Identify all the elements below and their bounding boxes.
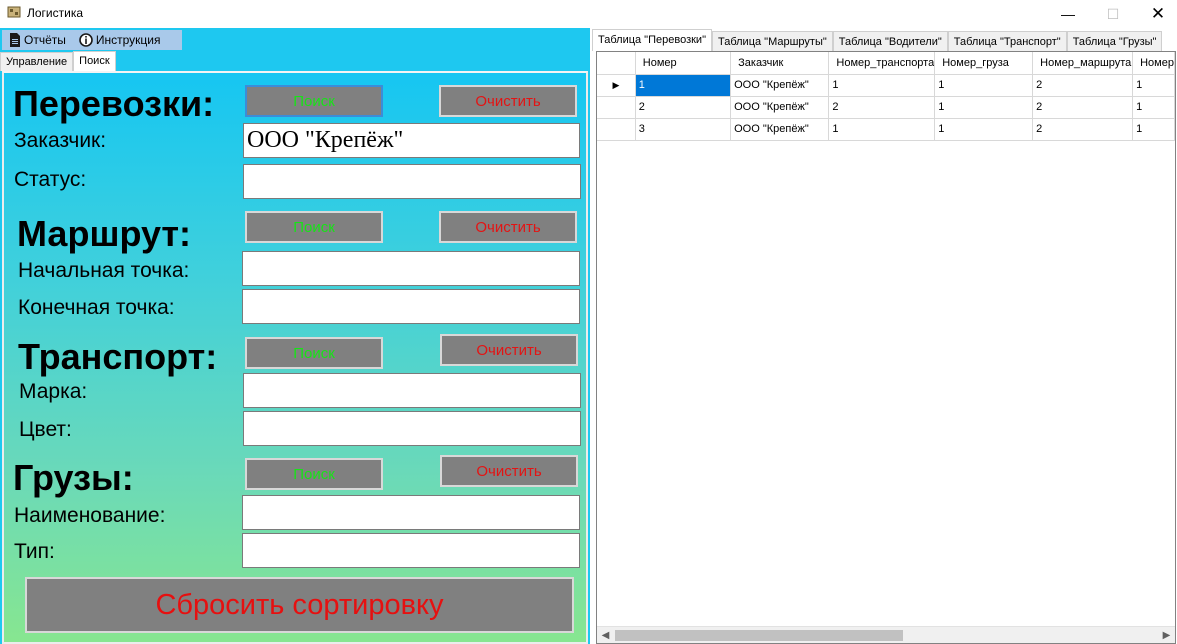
table-cell[interactable]: 3 [635, 118, 732, 141]
scrollbar-thumb[interactable] [615, 630, 903, 641]
start-point-label: Начальная точка: [18, 259, 190, 282]
menu-reports[interactable]: Отчёты [2, 30, 72, 50]
left-tab-strip: Управление Поиск [0, 51, 116, 71]
close-button[interactable]: ✕ [1135, 0, 1177, 28]
table-row[interactable]: ▶ 1 ООО "Крепёж" 1 1 2 1 [597, 74, 1175, 97]
cargo-type-input[interactable] [242, 533, 580, 568]
tab-routes-table[interactable]: Таблица "Маршруты" [711, 31, 833, 51]
table-cell[interactable]: 2 [1032, 96, 1134, 119]
scroll-right-icon[interactable]: ▶ [1158, 627, 1175, 643]
orders-clear-button[interactable]: Очистить [439, 85, 577, 117]
tab-search[interactable]: Поиск [73, 51, 116, 71]
app-icon [7, 6, 21, 18]
menu-instruction[interactable]: Инструкция [72, 30, 167, 50]
table-row[interactable]: 2 ООО "Крепёж" 2 1 2 1 [597, 96, 1175, 119]
minimize-button[interactable]: — [1045, 0, 1091, 28]
route-clear-button[interactable]: Очистить [439, 211, 577, 243]
tab-orders-table[interactable]: Таблица "Перевозки" [592, 29, 712, 51]
column-header[interactable]: Номер [635, 52, 732, 75]
start-point-input[interactable] [242, 251, 580, 286]
maximize-button[interactable]: ☐ [1090, 0, 1136, 28]
table-cell[interactable]: ООО "Крепёж" [730, 96, 830, 119]
table-cell[interactable]: ООО "Крепёж" [730, 74, 830, 97]
table-cell[interactable]: 1 [1132, 118, 1175, 141]
title-bar: Логистика — ☐ ✕ [0, 0, 1177, 28]
vehicle-search-button[interactable]: Поиск [245, 337, 383, 369]
brand-label: Марка: [19, 380, 88, 403]
tab-management[interactable]: Управление [0, 52, 74, 71]
horizontal-scrollbar[interactable]: ◀ ▶ [597, 626, 1175, 643]
scroll-left-icon[interactable]: ◀ [597, 627, 614, 643]
table-cell[interactable]: 2 [828, 96, 936, 119]
right-panel: Таблица "Перевозки" Таблица "Маршруты" Т… [590, 28, 1177, 644]
color-input[interactable] [243, 411, 581, 446]
menu-instruction-label: Инструкция [95, 33, 161, 47]
section-title-orders: Перевозки: [13, 83, 215, 124]
row-header[interactable] [597, 118, 636, 141]
left-panel: Отчёты Инструкция Управление Поиск Перев… [0, 28, 590, 644]
status-label: Статус: [14, 168, 87, 191]
table-cell[interactable]: 2 [1032, 74, 1134, 97]
window-title: Логистика [27, 6, 84, 20]
tab-cargo-table[interactable]: Таблица "Грузы" [1066, 31, 1163, 51]
table-cell[interactable]: 1 [828, 118, 936, 141]
table-cell[interactable]: 1 [934, 118, 1034, 141]
tab-drivers-table[interactable]: Таблица "Водители" [832, 31, 948, 51]
section-title-route: Маршрут: [17, 213, 192, 254]
table-cell[interactable]: 2 [1032, 118, 1134, 141]
table-cell[interactable]: 1 [635, 74, 732, 97]
cargo-name-input[interactable] [242, 495, 580, 530]
info-icon [79, 33, 93, 47]
vehicle-clear-button[interactable]: Очистить [440, 334, 578, 366]
route-search-button[interactable]: Поиск [245, 211, 383, 243]
menu-reports-label: Отчёты [24, 33, 66, 47]
search-form: Перевозки: Поиск Очистить Заказчик: ООО … [2, 71, 588, 644]
table-cell[interactable]: 1 [828, 74, 936, 97]
end-point-label: Конечная точка: [18, 296, 175, 319]
cargo-clear-button[interactable]: Очистить [440, 455, 578, 487]
cargo-search-button[interactable]: Поиск [245, 458, 383, 490]
column-header[interactable]: Номер_маршрута [1032, 52, 1134, 75]
table-cell[interactable]: 1 [934, 96, 1034, 119]
orders-table: Номер Заказчик Номер_транспорта Номер_гр… [597, 52, 1175, 141]
table-cell[interactable]: 1 [934, 74, 1034, 97]
table-cell[interactable]: 2 [635, 96, 732, 119]
table-header-row: Номер Заказчик Номер_транспорта Номер_гр… [597, 52, 1175, 75]
column-header[interactable]: Номер_груза [934, 52, 1034, 75]
status-input[interactable] [243, 164, 581, 199]
column-header[interactable]: Заказчик [730, 52, 830, 75]
table-cell[interactable]: 1 [1132, 96, 1175, 119]
orders-search-button[interactable]: Поиск [245, 85, 383, 117]
cargo-type-label: Тип: [14, 540, 55, 563]
section-title-vehicle: Транспорт: [18, 336, 218, 377]
document-icon [10, 33, 20, 47]
table-cell[interactable]: ООО "Крепёж" [730, 118, 830, 141]
table-cell[interactable]: 1 [1132, 74, 1175, 97]
reset-sort-button[interactable]: Сбросить сортировку [25, 577, 574, 633]
current-row-marker-icon: ▶ [597, 74, 636, 97]
menu-bar: Отчёты Инструкция [2, 30, 182, 50]
table-row[interactable]: 3 ООО "Крепёж" 1 1 2 1 [597, 118, 1175, 141]
cargo-name-label: Наименование: [14, 504, 166, 527]
customer-input[interactable]: ООО "Крепёж" [243, 123, 580, 158]
column-header[interactable]: Номер [1132, 52, 1175, 75]
right-tab-strip: Таблица "Перевозки" Таблица "Маршруты" Т… [592, 29, 1163, 51]
section-title-cargo: Грузы: [13, 457, 134, 498]
customer-label: Заказчик: [14, 129, 107, 152]
row-header-corner [597, 52, 636, 75]
data-grid[interactable]: Номер Заказчик Номер_транспорта Номер_гр… [596, 51, 1176, 644]
color-label: Цвет: [19, 418, 72, 441]
brand-input[interactable] [243, 373, 581, 408]
column-header[interactable]: Номер_транспорта [828, 52, 936, 75]
tab-vehicles-table[interactable]: Таблица "Транспорт" [947, 31, 1067, 51]
end-point-input[interactable] [242, 289, 580, 324]
row-header[interactable] [597, 96, 636, 119]
